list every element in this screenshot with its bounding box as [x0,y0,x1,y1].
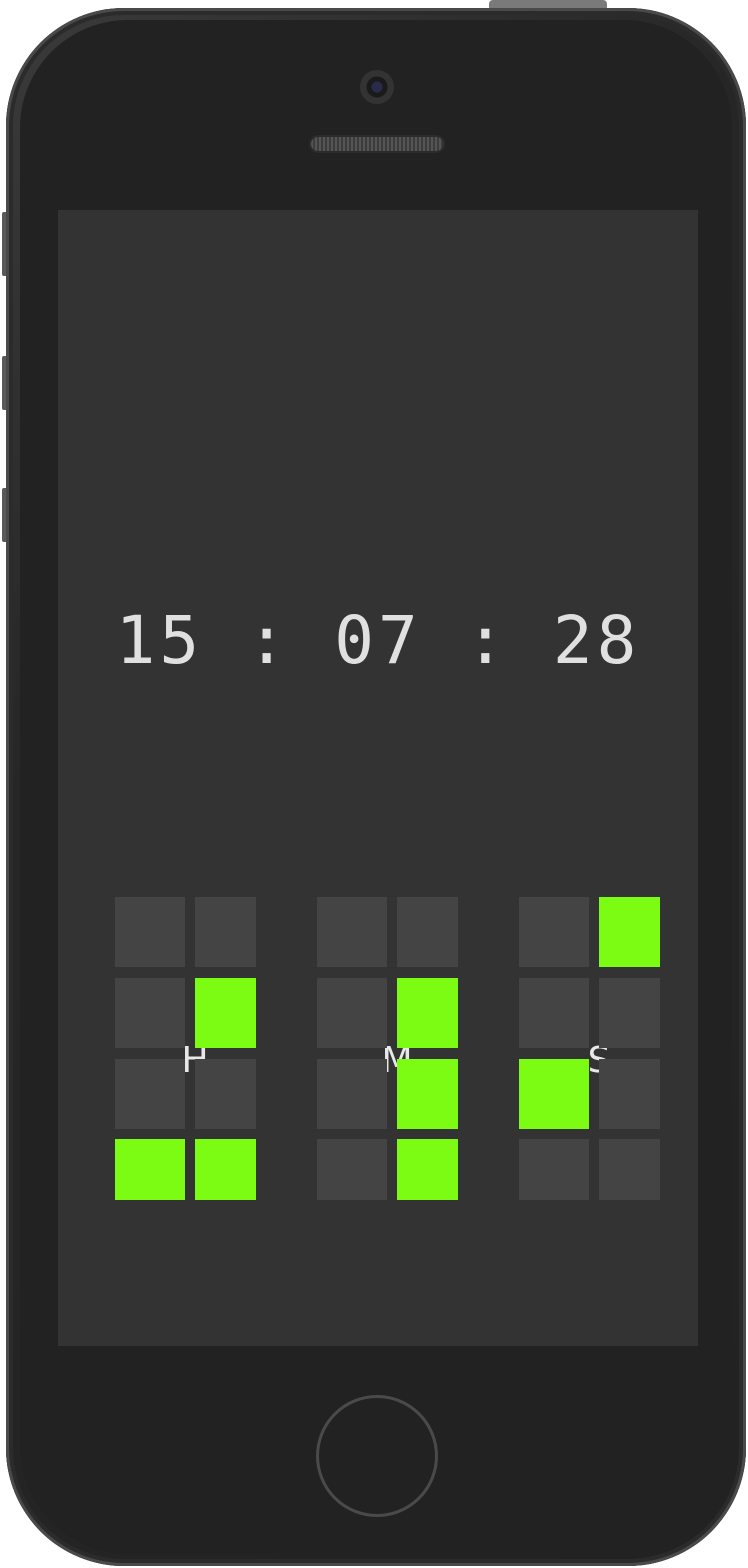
seconds-bit-cell [599,897,660,967]
minutes-bit-cell [317,1139,387,1200]
minutes-bit-cell [397,1059,458,1129]
minutes-bit-cell [317,1059,387,1129]
hours-bit-cell [115,897,185,967]
seconds-bit-cell [519,978,589,1048]
hours-bit-cell [115,1059,185,1129]
seconds-bit-cell [599,1059,660,1129]
earpiece-speaker [311,137,443,151]
hours-bit-cell [115,1139,185,1200]
minutes-bit-cell [397,978,458,1048]
home-button[interactable] [316,1395,438,1517]
minutes-bit-cell [317,978,387,1048]
hours-bit-cell [195,1139,256,1200]
seconds-bit-cell [519,897,589,967]
minutes-bit-cell [317,897,387,967]
hours-bit-cell [195,1059,256,1129]
hours-bit-cell [195,978,256,1048]
app-screen: 15 : 07 : 28 H M S [58,210,698,1346]
seconds-bit-cell [519,1059,589,1129]
seconds-bit-cell [599,978,660,1048]
hours-bit-cell [195,897,256,967]
seconds-bit-cell [519,1139,589,1200]
hours-bit-cell [115,978,185,1048]
digital-time-display: 15 : 07 : 28 [115,602,641,679]
minutes-bit-cell [397,897,458,967]
minutes-bit-cell [397,1139,458,1200]
front-camera-icon [360,70,394,104]
seconds-bit-cell [599,1139,660,1200]
